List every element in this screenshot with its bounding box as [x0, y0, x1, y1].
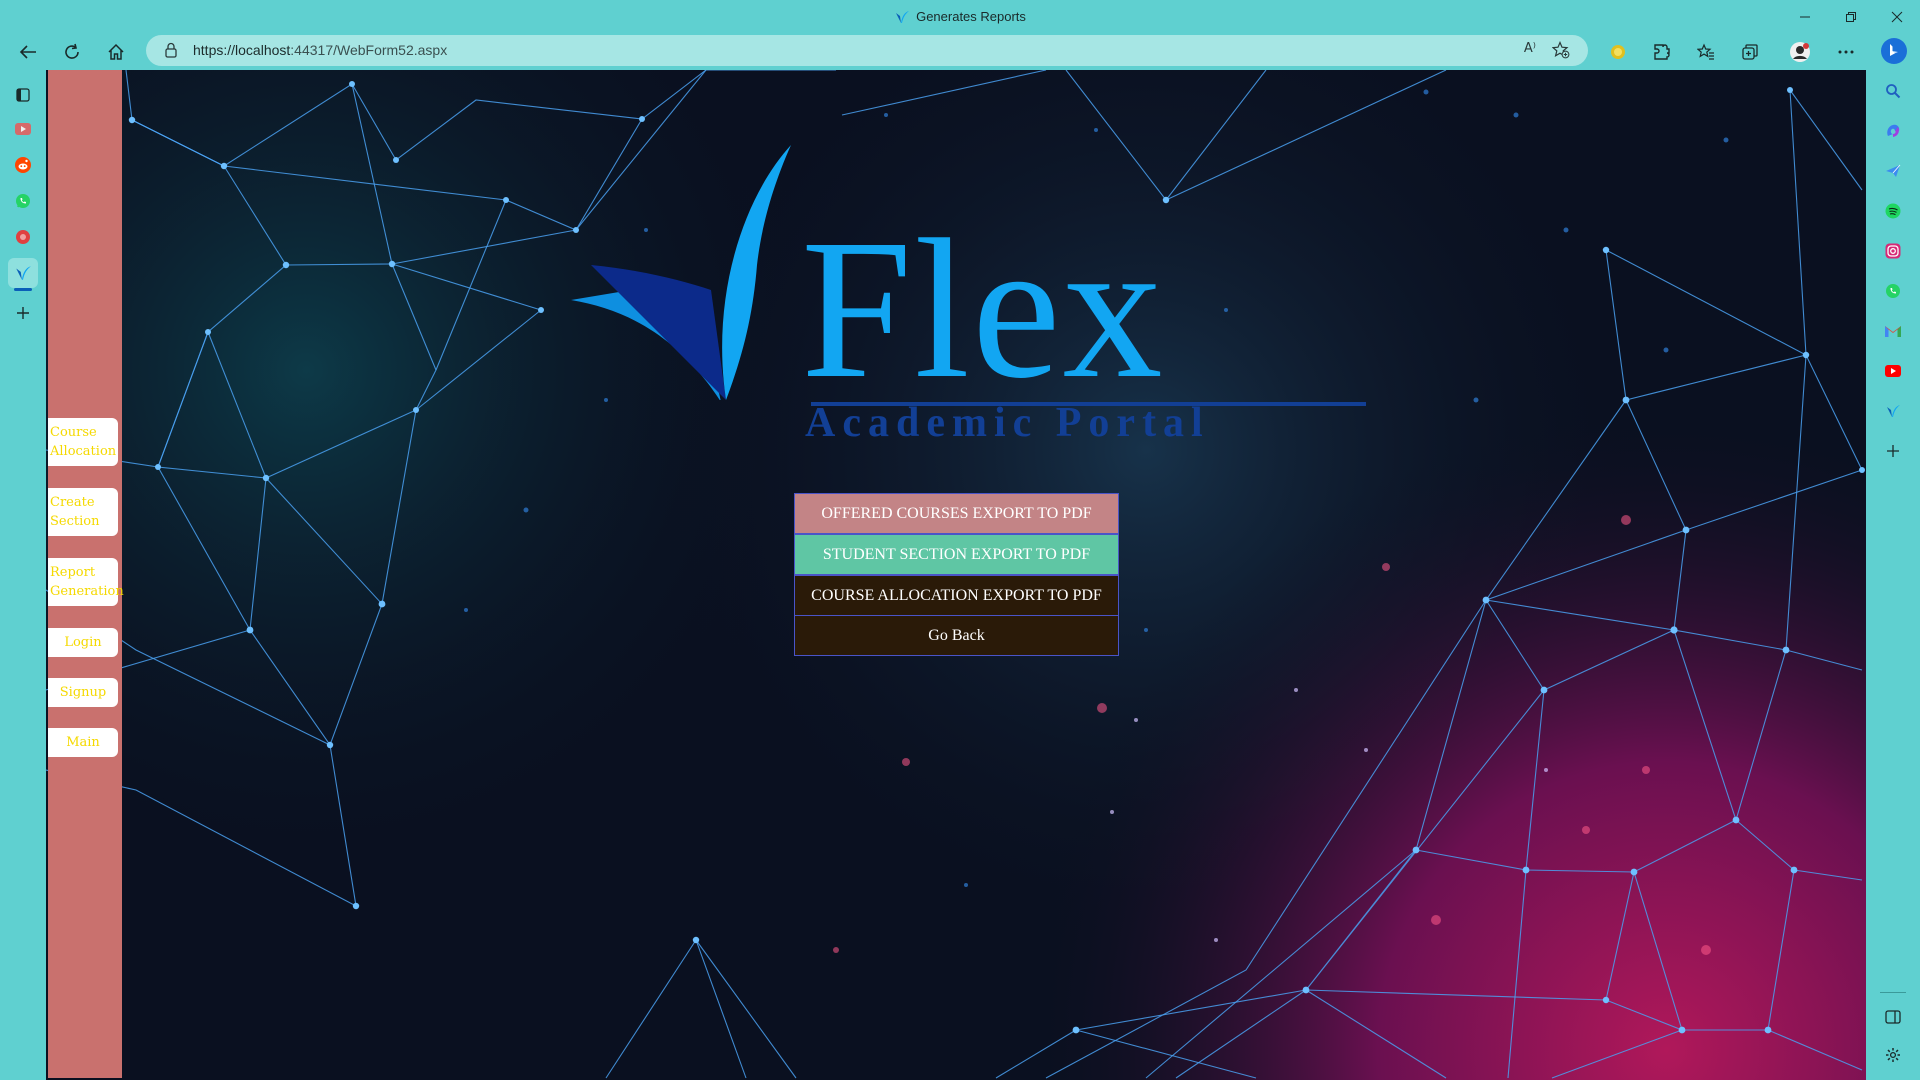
navigation-bar: https://localhost:44317/WebForm52.aspx A… [0, 34, 1920, 70]
student-section-export-button[interactable]: STUDENT SECTION EXPORT TO PDF [794, 534, 1119, 575]
create-section-link[interactable]: Create Section [48, 488, 118, 536]
hide-sidebar-icon[interactable] [1884, 1008, 1902, 1026]
url-host: https://localhost [193, 42, 291, 58]
back-arrow-icon[interactable] [12, 38, 44, 66]
favorites-icon[interactable] [1695, 41, 1717, 63]
edge-sidebar [1866, 70, 1920, 1080]
report-generation-link[interactable]: Report Generation [48, 558, 124, 606]
vertical-tab-strip [0, 70, 46, 1080]
address-bar[interactable]: https://localhost:44317/WebForm52.aspx A… [146, 35, 1588, 66]
copilot-icon[interactable] [1884, 122, 1902, 140]
course-allocation-export-button[interactable]: COURSE ALLOCATION EXPORT TO PDF [794, 575, 1119, 616]
signup-link[interactable]: Signup [48, 678, 118, 707]
url-path: :44317/WebForm52.aspx [290, 42, 448, 58]
report-button-group: OFFERED COURSES EXPORT TO PDF STUDENT SE… [794, 493, 1119, 656]
window-title: Generates Reports [0, 9, 1920, 27]
more-options-icon[interactable] [1835, 41, 1857, 63]
search-icon[interactable] [1884, 82, 1902, 100]
gmail-icon[interactable] [1884, 322, 1902, 340]
restore-button[interactable] [1828, 0, 1874, 34]
title-bar: Generates Reports [0, 0, 1920, 34]
flex-portal-tab-icon[interactable] [8, 258, 38, 291]
instagram-icon[interactable] [1884, 242, 1902, 260]
login-link[interactable]: Login [48, 628, 118, 657]
youtube-icon[interactable] [1884, 362, 1902, 380]
page-viewport: Course Allocation Create Section Report … [46, 70, 1866, 1080]
read-aloud-icon[interactable]: A⁾ [1524, 41, 1536, 56]
flex-logo-icon [894, 10, 910, 27]
logo-subtitle: Academic Portal [805, 400, 1210, 446]
course-allocation-link[interactable]: Course Allocation [48, 418, 118, 466]
spotify-icon[interactable] [1884, 202, 1902, 220]
refresh-icon[interactable] [56, 38, 88, 66]
bing-copilot-icon[interactable] [1880, 37, 1908, 65]
logo-swoosh-icon [571, 145, 791, 400]
offered-courses-export-button[interactable]: OFFERED COURSES EXPORT TO PDF [794, 493, 1119, 534]
flex-academic-portal-logo: Flex Academic Portal [561, 140, 1366, 460]
main-link[interactable]: Main [48, 728, 118, 757]
logo-title: Flex [801, 199, 1165, 420]
new-tab-plus-icon[interactable] [8, 298, 38, 328]
url-text[interactable]: https://localhost:44317/WebForm52.aspx [193, 42, 447, 58]
home-icon[interactable] [100, 38, 132, 66]
extensions-icon[interactable] [1651, 41, 1673, 63]
whatsapp-tab-icon[interactable] [8, 186, 38, 216]
side-menu-panel: Course Allocation Create Section Report … [48, 70, 124, 1078]
reddit-tab-icon[interactable] [8, 150, 38, 180]
sidebar-divider [1880, 992, 1906, 993]
flex-portal-icon[interactable] [1884, 402, 1902, 420]
extension-coin-icon[interactable] [1607, 41, 1629, 63]
window-title-text: Generates Reports [916, 9, 1026, 24]
tab-actions-icon[interactable] [8, 80, 38, 110]
paper-plane-icon[interactable] [1884, 162, 1902, 180]
whatsapp-icon[interactable] [1884, 282, 1902, 300]
go-back-button[interactable]: Go Back [794, 615, 1119, 656]
minimize-button[interactable] [1782, 0, 1828, 34]
close-button[interactable] [1874, 0, 1920, 34]
profile-avatar-icon[interactable] [1789, 41, 1811, 63]
add-favorite-icon[interactable] [1551, 40, 1570, 63]
collections-icon[interactable] [1739, 41, 1761, 63]
sidebar-settings-icon[interactable] [1884, 1046, 1902, 1064]
youtube-tab-icon[interactable] [8, 114, 38, 144]
add-sidebar-app-icon[interactable] [1884, 442, 1902, 460]
recording-tab-icon[interactable] [8, 222, 38, 252]
lock-icon[interactable] [164, 42, 178, 62]
